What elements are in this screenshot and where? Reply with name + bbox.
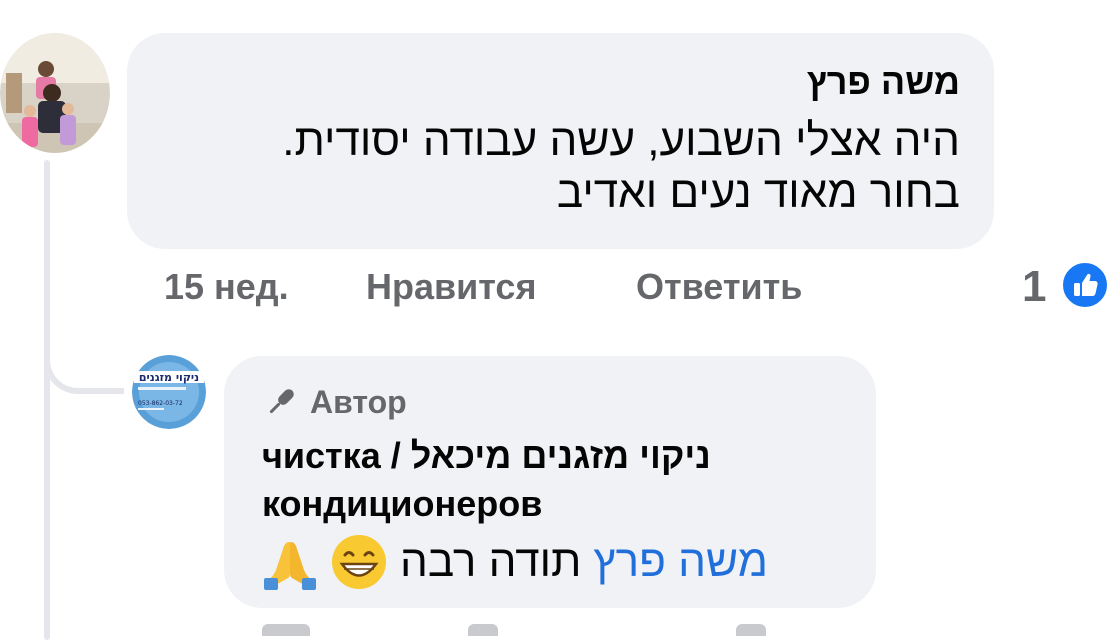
avatar-photo [0,33,110,153]
comment-bubble: משה פרץ היה אצלי השבוע, עשה עבודה יסודית… [127,33,994,249]
like-button[interactable]: Нравится [366,266,536,316]
page-avatar-logo: ניקוי מזגנים 053-862-03-72 [132,355,206,429]
comment-timestamp[interactable]: 15 нед. [164,266,289,316]
commenter-avatar[interactable] [0,33,110,153]
cut-off-like [468,624,498,636]
comment-author-name[interactable]: משה פרץ [807,61,960,103]
reply-author-name-ru-2: кондиционеров [262,483,543,524]
reply-author-name-ru: чистка [262,435,381,476]
reply-message: תודה רבה [400,537,582,586]
thread-connector [44,330,124,394]
reply-button[interactable]: Ответить [636,266,802,316]
reply-author-name[interactable]: чистка / ניקוי מזגנים מיכאל кондиционеро… [262,432,802,528]
avatar-phone: 053-862-03-72 [138,400,183,407]
folded-hands-icon [264,542,316,590]
avatar-label: ניקוי מזגנים [139,371,199,384]
reply-bubble: Автор чистка / ניקוי מזגנים מיכאל кондиц… [224,356,876,608]
thread-line [44,160,50,640]
cut-off-reply [736,624,766,636]
microphone-icon [269,389,294,414]
thumbs-up-icon[interactable] [1060,260,1110,310]
reply-author-name-he: ניקוי מזגנים מיכאל [410,435,711,476]
mention-link[interactable]: משה פרץ [593,537,768,587]
grinning-face-icon [332,535,386,589]
cut-off-timestamp [262,624,310,636]
author-badge-label: Автор [310,383,407,420]
page-avatar[interactable]: ניקוי מזגנים 053-862-03-72 [132,355,206,429]
comment-text-line: בחור מאוד נעים ואדיב [556,168,960,217]
comment-text: היה אצלי השבוע, עשה עבודה יסודית. בחור מ… [282,115,960,219]
reaction-count[interactable]: 1 [1022,262,1046,312]
author-badge: Автор [262,382,407,422]
comment-text-line: היה אצלי השבוע, עשה עבודה יסודית. [282,116,960,165]
reply-text: תודה רבה משה פרץ [262,534,768,590]
reply-author-separator: / [380,435,411,476]
